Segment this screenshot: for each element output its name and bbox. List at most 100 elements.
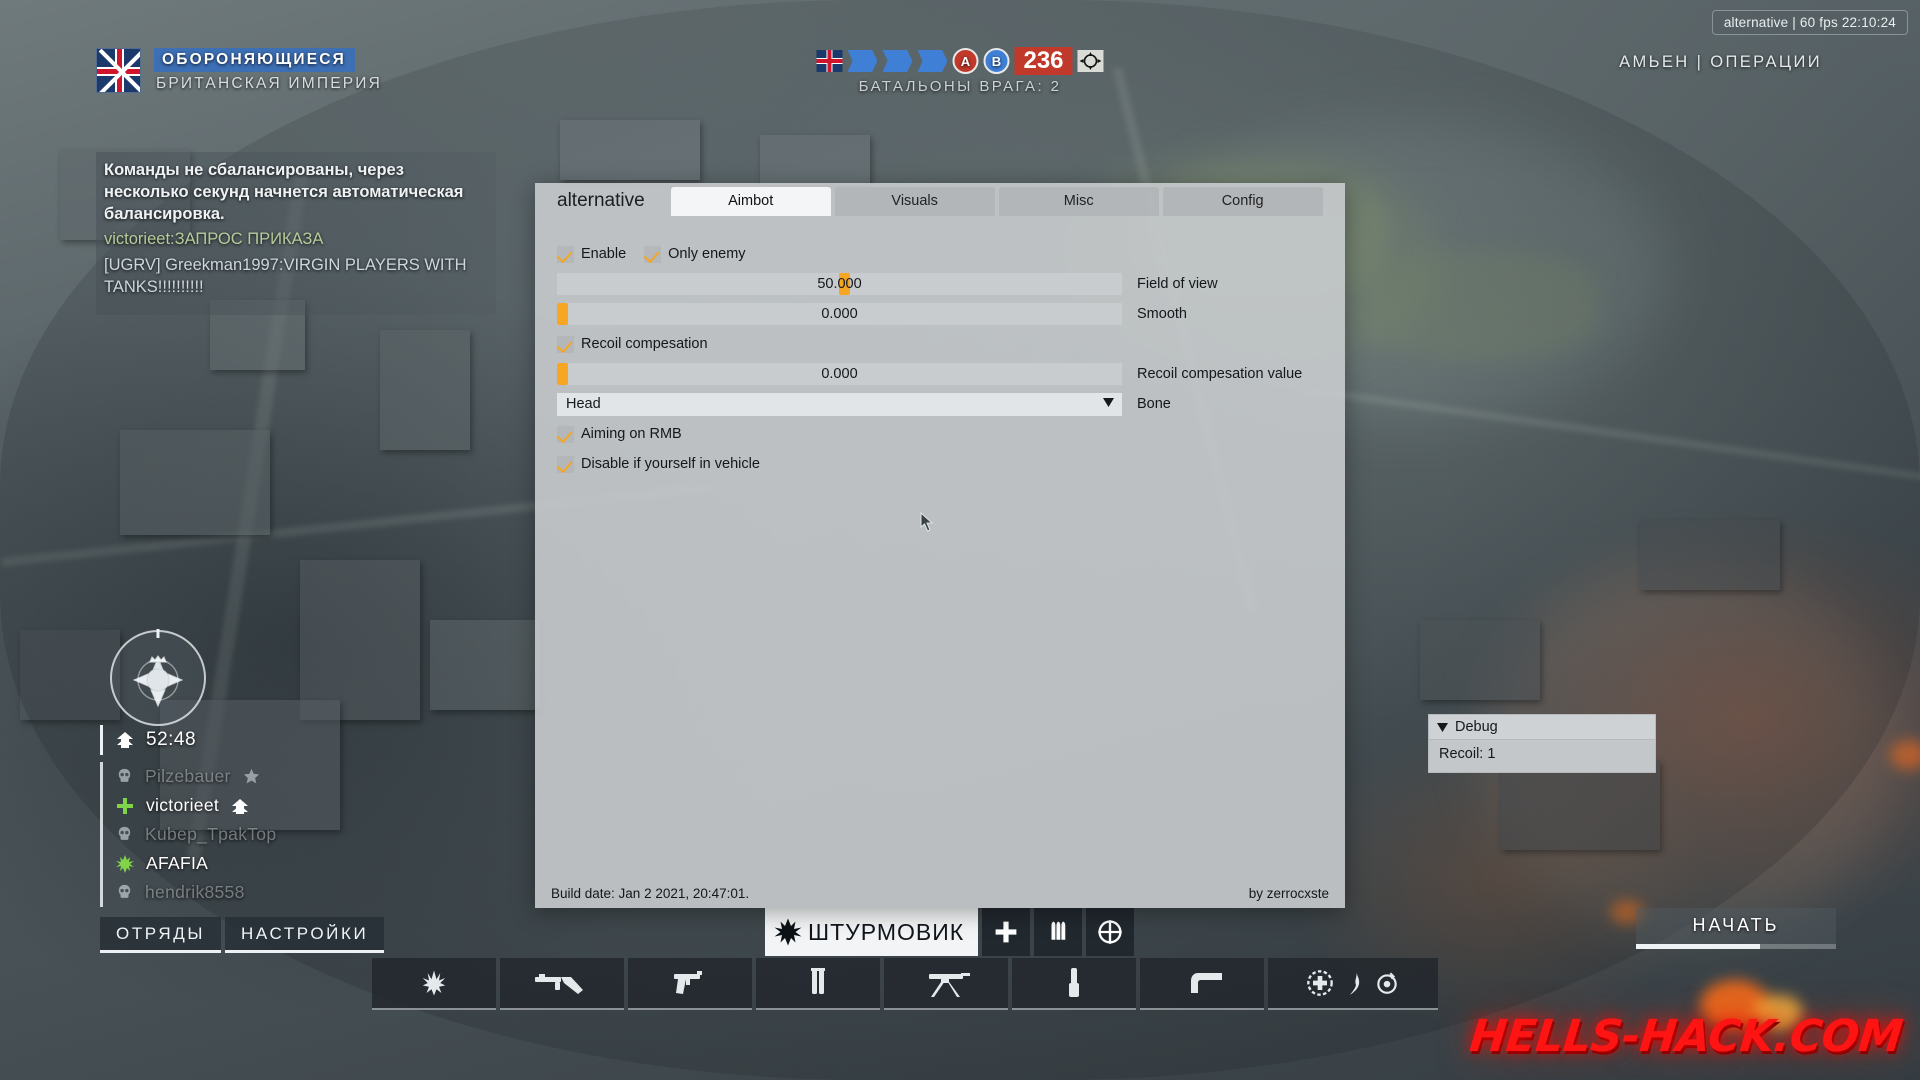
row-enable: Enable Only enemy: [557, 241, 1323, 267]
cheat-menu-window[interactable]: alternative Aimbot Visuals Misc Config E…: [535, 183, 1345, 908]
weapon-slot-primary[interactable]: [500, 958, 624, 1010]
squad-member[interactable]: Pilzebauer: [115, 762, 430, 791]
squad-timer: 52:48: [146, 729, 197, 750]
tab-misc[interactable]: Misc: [998, 186, 1159, 216]
checkmark-icon[interactable]: [557, 335, 574, 353]
team-status: ОБОРОНЯЮЩИЕСЯ: [154, 48, 355, 72]
checkmark-icon[interactable]: [644, 245, 662, 263]
squad-member[interactable]: hendrik8558: [115, 878, 430, 907]
syringe-icon: [804, 966, 832, 1000]
triangle-down-icon[interactable]: [1437, 722, 1448, 732]
spawn-arrow-icon: [230, 796, 250, 816]
deploy-button[interactable]: НАЧАТЬ: [1636, 908, 1836, 949]
tab-aimbot[interactable]: Aimbot: [670, 186, 831, 216]
german-flag-icon: [1077, 50, 1104, 72]
checkbox-aiming-on-rmb-label: Aiming on RMB: [581, 426, 682, 442]
chat-panel: Команды не сбалансированы, через несколь…: [96, 152, 496, 315]
debug-header[interactable]: Debug: [1428, 714, 1656, 740]
enemy-battalions: БАТАЛЬОНЫ ВРАГА: 2: [858, 78, 1062, 95]
squads-button[interactable]: ОТРЯДЫ: [100, 917, 222, 953]
capture-bar-segment: [847, 50, 878, 72]
label-smooth: Smooth: [1137, 306, 1187, 322]
scout-target-button[interactable]: [1086, 908, 1135, 956]
checkbox-only-enemy[interactable]: Only enemy: [644, 245, 746, 263]
weapon-slot-sidearm[interactable]: [628, 958, 752, 1010]
assault-burst-icon: [773, 917, 803, 947]
squad-member[interactable]: Kubep_TpakTop: [115, 820, 430, 849]
ammo-kit-button[interactable]: [1034, 908, 1083, 956]
checkmark-icon[interactable]: [557, 425, 574, 443]
dropdown-bone[interactable]: Head: [557, 392, 1122, 416]
checkbox-enable[interactable]: Enable: [557, 245, 627, 263]
smg-icon: [531, 968, 593, 998]
slider-handle[interactable]: [557, 363, 568, 385]
slider-smooth[interactable]: 0.000: [557, 303, 1122, 325]
checkbox-recoil-compensation[interactable]: Recoil compesation: [557, 335, 708, 353]
tab-config[interactable]: Config: [1162, 186, 1323, 216]
enemy-score: 236: [1014, 47, 1073, 75]
build-date: Build date: Jan 2 2021, 20:47:01.: [551, 885, 750, 901]
slider-recoil-compensation-value-value: 0.000: [821, 366, 858, 382]
deploy-progress-fill: [1636, 944, 1760, 949]
cheat-menu-footer: Build date: Jan 2 2021, 20:47:01. by zer…: [535, 878, 1345, 908]
row-bone: Head Bone: [557, 391, 1323, 417]
medic-cross-icon: [115, 796, 135, 816]
capture-bar-segment: [882, 50, 913, 72]
cheat-menu-titlebar: alternative Aimbot Visuals Misc Config: [535, 183, 1345, 219]
cheat-menu-tabs: Aimbot Visuals Misc Config: [670, 186, 1345, 216]
weapon-slot-gadget-3[interactable]: [1012, 958, 1136, 1010]
class-kit-button[interactable]: ШТУРМОВИК: [765, 908, 979, 956]
settings-button[interactable]: НАСТРОЙКИ: [225, 917, 385, 953]
triangle-down-icon[interactable]: [1103, 398, 1114, 410]
checkbox-disable-in-vehicle[interactable]: Disable if yourself in vehicle: [557, 455, 760, 473]
checkbox-disable-in-vehicle-label: Disable if yourself in vehicle: [581, 456, 760, 472]
chat-message: [UGRV] Greekman1997:VIRGIN PLAYERS WITH …: [104, 256, 467, 296]
squad-member[interactable]: AFAFIA: [115, 849, 430, 878]
kit-selector: ШТУРМОВИК: [765, 908, 1135, 956]
tab-visuals[interactable]: Visuals: [834, 186, 995, 216]
weapon-slot-melee[interactable]: [1140, 958, 1264, 1010]
squad-panel: 52:48 Pilzebauer victorieet Kubep_TpakTo…: [100, 725, 430, 907]
squad-member-name: Kubep_TpakTop: [145, 824, 277, 844]
debug-title: Debug: [1455, 719, 1498, 735]
checkbox-aiming-on-rmb[interactable]: Aiming on RMB: [557, 425, 682, 443]
dropdown-bone-value: Head: [566, 396, 601, 412]
medic-kit-button[interactable]: [982, 908, 1031, 956]
checkmark-icon[interactable]: [557, 245, 574, 263]
label-field-of-view: Field of view: [1137, 276, 1218, 292]
weapon-slot-gadget-group[interactable]: [1268, 958, 1438, 1010]
checkbox-enable-label: Enable: [581, 246, 627, 262]
skull-icon: [115, 767, 134, 786]
weapon-slot-grenade[interactable]: [372, 958, 496, 1010]
row-disable-in-vehicle: Disable if yourself in vehicle: [557, 451, 1323, 477]
checkbox-only-enemy-label: Only enemy: [668, 246, 746, 262]
slider-smooth-value: 0.000: [821, 306, 858, 322]
union-jack-flag-icon: [816, 50, 843, 72]
melee-club-icon: [1176, 967, 1228, 999]
slider-recoil-compensation-value[interactable]: 0.000: [557, 363, 1122, 385]
label-recoil-compensation-value: Recoil compesation value: [1137, 366, 1303, 382]
checkmark-icon[interactable]: [557, 455, 574, 473]
assault-burst-icon: [115, 854, 135, 874]
map-mode-label: АМЬЕН | ОПЕРАЦИИ: [1619, 53, 1822, 71]
weapon-slot-gadget-2[interactable]: [884, 958, 1008, 1010]
slider-field-of-view[interactable]: 50.000: [557, 273, 1122, 295]
mouse-cursor: [920, 511, 934, 532]
author-credit: by zerrocxste: [1248, 885, 1329, 901]
skull-icon: [115, 883, 134, 902]
slider-handle[interactable]: [557, 303, 568, 325]
debug-line-recoil: Recoil: 1: [1439, 746, 1496, 762]
team-banner: ОБОРОНЯЮЩИЕСЯ БРИТАНСКАЯ ИМПЕРИЯ: [96, 48, 382, 93]
bottom-left-buttons: ОТРЯДЫ НАСТРОЙКИ: [100, 917, 385, 953]
union-jack-flag-icon: [96, 48, 141, 93]
squad-member[interactable]: victorieet: [115, 791, 430, 820]
site-watermark: HELLS-HACK.COM: [1467, 1011, 1905, 1062]
slider-field-of-view-value: 50.000: [817, 276, 862, 292]
compass-rose-icon: [110, 629, 206, 726]
cheat-app-name: alternative: [557, 190, 645, 211]
checkbox-recoil-compensation-label: Recoil compesation: [581, 336, 708, 352]
pistol-icon: [670, 967, 710, 999]
class-kit-label: ШТУРМОВИК: [808, 918, 965, 945]
row-smooth: 0.000 Smooth: [557, 301, 1323, 327]
weapon-slot-gadget-1[interactable]: [756, 958, 880, 1010]
